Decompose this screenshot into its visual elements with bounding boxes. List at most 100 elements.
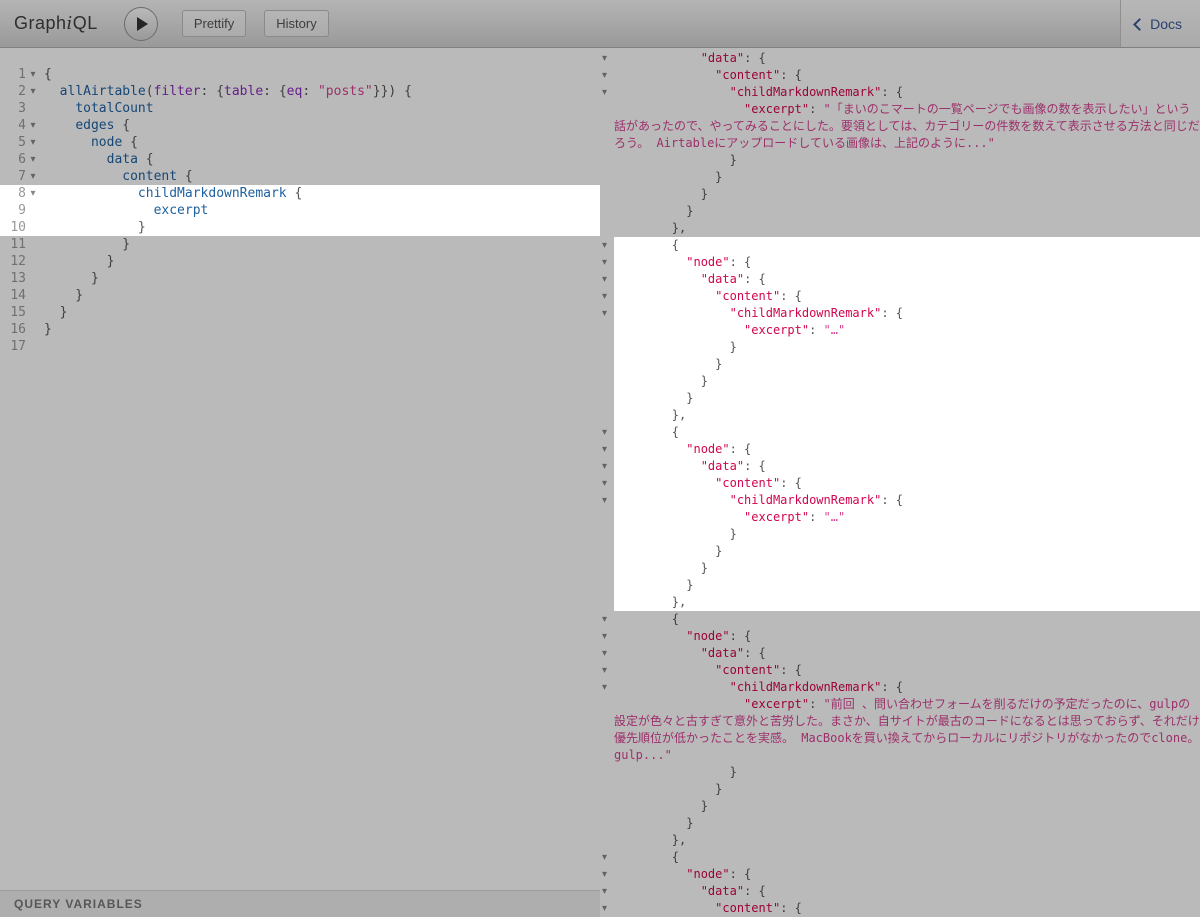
result-line[interactable]: "excerpt": "前回 、問い合わせフォームを削るだけの予定だったのに、g… (600, 696, 1200, 764)
result-line[interactable]: "excerpt": "…" (600, 322, 1200, 339)
result-line[interactable]: } (600, 186, 1200, 203)
fold-arrow-icon[interactable]: ▾ (26, 117, 40, 134)
fold-arrow-icon[interactable]: ▾ (600, 900, 614, 917)
editor-line[interactable]: 8 ▾ childMarkdownRemark { (0, 185, 600, 202)
result-line[interactable]: } (600, 560, 1200, 577)
editor-empty-area[interactable] (0, 355, 600, 890)
fold-arrow-icon[interactable]: ▾ (600, 288, 614, 305)
result-line[interactable]: ▾ "data": { (600, 50, 1200, 67)
fold-arrow-icon[interactable]: ▾ (600, 492, 614, 509)
result-line[interactable]: } (600, 169, 1200, 186)
result-line[interactable]: ▾ { (600, 849, 1200, 866)
query-variables-bar[interactable]: QUERY VARIABLES (0, 890, 600, 917)
result-line[interactable]: ▾ "content": { (600, 475, 1200, 492)
execute-button[interactable] (123, 6, 158, 41)
fold-arrow-icon[interactable]: ▾ (600, 475, 614, 492)
editor-line[interactable]: 17 (0, 338, 600, 355)
editor-line[interactable]: 5 ▾ node { (0, 134, 600, 151)
fold-arrow-icon[interactable]: ▾ (600, 645, 614, 662)
result-line[interactable]: ▾ "node": { (600, 628, 1200, 645)
fold-arrow-icon[interactable]: ▾ (600, 237, 614, 254)
fold-arrow-icon[interactable]: ▾ (600, 441, 614, 458)
fold-arrow-icon[interactable]: ▾ (600, 611, 614, 628)
result-line[interactable]: ▾ "content": { (600, 900, 1200, 917)
result-line[interactable]: } (600, 373, 1200, 390)
result-line[interactable]: ▾ "content": { (600, 662, 1200, 679)
fold-arrow-icon[interactable]: ▾ (26, 168, 40, 185)
fold-arrow-icon[interactable]: ▾ (600, 458, 614, 475)
result-line[interactable]: "excerpt": "「まいのこマートの一覧ページでも画像の数を表示したい」と… (600, 101, 1200, 152)
fold-arrow-icon[interactable]: ▾ (26, 66, 40, 83)
result-line[interactable]: } (600, 764, 1200, 781)
editor-line[interactable]: 6 ▾ data { (0, 151, 600, 168)
editor-line[interactable]: 2 ▾ allAirtable(filter: {table: {eq: "pos… (0, 83, 600, 100)
result-line[interactable]: ▾ "childMarkdownRemark": { (600, 305, 1200, 322)
fold-arrow-icon[interactable]: ▾ (600, 254, 614, 271)
fold-arrow-icon[interactable]: ▾ (600, 662, 614, 679)
editor-line[interactable]: 13 } (0, 270, 600, 287)
result-line[interactable]: ▾ "childMarkdownRemark": { (600, 84, 1200, 101)
result-line[interactable]: } (600, 390, 1200, 407)
result-line[interactable]: } (600, 798, 1200, 815)
result-line[interactable]: }, (600, 594, 1200, 611)
fold-arrow-icon[interactable]: ▾ (600, 849, 614, 866)
fold-arrow-icon[interactable]: ▾ (26, 151, 40, 168)
editor-line[interactable]: 16} (0, 321, 600, 338)
result-line[interactable]: ▾ "data": { (600, 458, 1200, 475)
fold-arrow-icon[interactable]: ▾ (600, 305, 614, 322)
fold-arrow-icon[interactable]: ▾ (26, 83, 40, 100)
editor-line[interactable]: 15 } (0, 304, 600, 321)
result-line[interactable]: } (600, 526, 1200, 543)
result-line[interactable]: ▾ { (600, 424, 1200, 441)
result-line[interactable]: } (600, 543, 1200, 560)
fold-arrow-icon[interactable]: ▾ (26, 134, 40, 151)
result-code-text: { (614, 849, 1200, 866)
editor-line[interactable]: 11 } (0, 236, 600, 253)
editor-line[interactable]: 4 ▾ edges { (0, 117, 600, 134)
result-line[interactable]: ▾ { (600, 237, 1200, 254)
result-line[interactable]: } (600, 152, 1200, 169)
result-line[interactable]: } (600, 339, 1200, 356)
result-line[interactable]: }, (600, 220, 1200, 237)
result-line[interactable]: } (600, 781, 1200, 798)
result-line[interactable]: }, (600, 407, 1200, 424)
result-line[interactable]: ▾ "node": { (600, 866, 1200, 883)
result-line[interactable]: } (600, 356, 1200, 373)
editor-line[interactable]: 10 } (0, 219, 600, 236)
result-line[interactable]: ▾ "data": { (600, 271, 1200, 288)
result-line[interactable]: }, (600, 832, 1200, 849)
result-line[interactable]: } (600, 203, 1200, 220)
editor-line[interactable]: 12 } (0, 253, 600, 270)
fold-arrow-icon[interactable]: ▾ (600, 866, 614, 883)
editor-line[interactable]: 7 ▾ content { (0, 168, 600, 185)
result-line[interactable]: ▾ { (600, 611, 1200, 628)
editor-line[interactable]: 1 ▾ { (0, 66, 600, 83)
result-line[interactable]: ▾ "data": { (600, 645, 1200, 662)
result-line[interactable]: "excerpt": "…" (600, 509, 1200, 526)
fold-arrow-icon[interactable]: ▾ (600, 271, 614, 288)
fold-arrow-icon[interactable]: ▾ (600, 67, 614, 84)
prettify-button[interactable]: Prettify (181, 10, 247, 37)
result-line[interactable]: ▾ "childMarkdownRemark": { (600, 679, 1200, 696)
fold-arrow-icon[interactable]: ▾ (600, 628, 614, 645)
history-button[interactable]: History (264, 10, 329, 37)
docs-button[interactable]: Docs (1120, 0, 1200, 47)
result-line[interactable]: ▾ "data": { (600, 883, 1200, 900)
query-editor[interactable]: 1 ▾{2 ▾ allAirtable(filter: {table: {eq: "… (0, 48, 600, 890)
result-line[interactable]: ▾ "node": { (600, 441, 1200, 458)
editor-line[interactable]: 14 } (0, 287, 600, 304)
fold-arrow-icon[interactable]: ▾ (600, 883, 614, 900)
fold-arrow-icon[interactable]: ▾ (600, 424, 614, 441)
fold-arrow-icon[interactable]: ▾ (26, 185, 40, 202)
editor-line[interactable]: 9 excerpt (0, 202, 600, 219)
result-line[interactable]: } (600, 815, 1200, 832)
fold-arrow-icon[interactable]: ▾ (600, 84, 614, 101)
result-line[interactable]: ▾ "node": { (600, 254, 1200, 271)
result-line[interactable]: ▾ "childMarkdownRemark": { (600, 492, 1200, 509)
result-line[interactable]: ▾ "content": { (600, 288, 1200, 305)
result-line[interactable]: } (600, 577, 1200, 594)
editor-line[interactable]: 3 totalCount (0, 100, 600, 117)
fold-arrow-icon[interactable]: ▾ (600, 50, 614, 67)
result-line[interactable]: ▾ "content": { (600, 67, 1200, 84)
fold-arrow-icon[interactable]: ▾ (600, 679, 614, 696)
